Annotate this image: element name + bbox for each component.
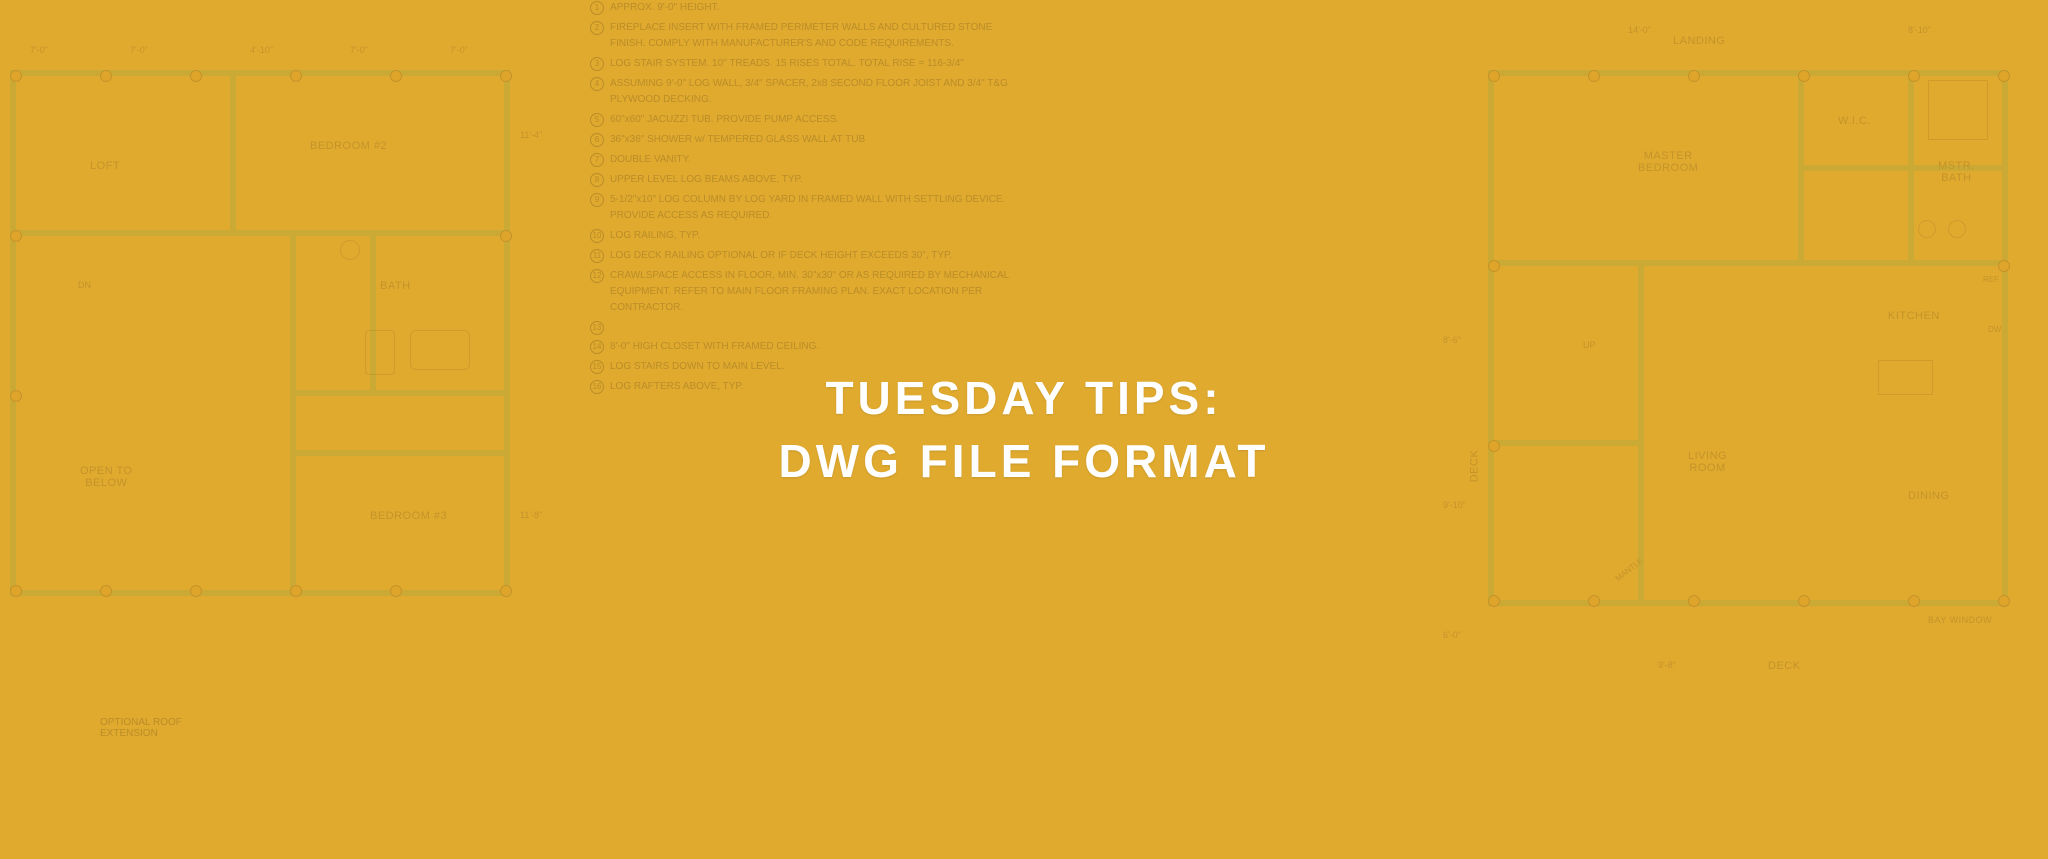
title-line-2: DWG FILE FORMAT bbox=[779, 430, 1270, 492]
hero-title: TUESDAY TIPS: DWG FILE FORMAT bbox=[779, 367, 1270, 491]
title-line-1: TUESDAY TIPS: bbox=[779, 367, 1270, 429]
hero-banner: LOFT BEDROOM #2 BEDROOM #3 BATH OPEN TO … bbox=[0, 0, 2048, 859]
